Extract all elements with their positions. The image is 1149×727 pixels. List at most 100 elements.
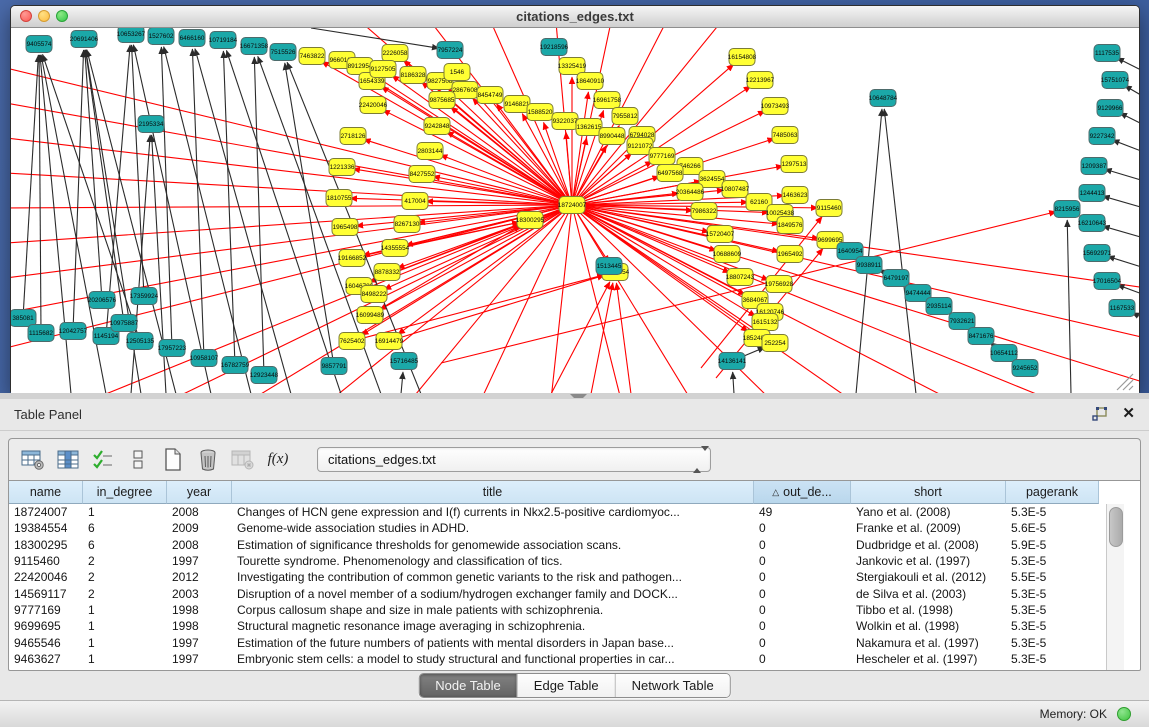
column-header-short[interactable]: short	[851, 481, 1006, 504]
graph-node[interactable]: 18724007	[558, 197, 587, 214]
table-scrollbar[interactable]	[1106, 504, 1124, 670]
graph-node[interactable]: 8498222	[361, 286, 387, 303]
graph-node[interactable]: 12505135	[126, 333, 155, 350]
graph-node[interactable]: 9242848	[424, 118, 450, 135]
graph-node[interactable]: 2803144	[417, 143, 443, 160]
graph-node[interactable]: 7463822	[299, 48, 325, 65]
graph-node[interactable]: 1297513	[781, 156, 807, 173]
graph-node[interactable]: 20364486	[676, 184, 705, 201]
column-header-year[interactable]: year	[167, 481, 232, 504]
graph-node[interactable]: 16914479	[375, 333, 404, 350]
graph-node[interactable]: 10973493	[761, 98, 790, 115]
table-row[interactable]: 911546021997Tourette syndrome. Phenomeno…	[9, 553, 1099, 569]
graph-node[interactable]: 19756928	[765, 276, 794, 293]
graph-node[interactable]: 17016504	[1093, 273, 1122, 290]
graph-node[interactable]: 9245652	[1012, 360, 1038, 377]
graph-node[interactable]: 13325419	[558, 58, 587, 75]
graph-node[interactable]: 6497568	[657, 165, 683, 182]
graph-node[interactable]: 7957224	[437, 42, 463, 59]
graph-node[interactable]: 1588520	[527, 104, 553, 121]
graph-node[interactable]: 1810755	[326, 190, 352, 207]
network-graph[interactable]: 9405574206914061065326715276026466160107…	[11, 28, 1139, 393]
column-header-name[interactable]: name	[9, 481, 83, 504]
new-attribute-icon[interactable]	[159, 446, 187, 474]
graph-node[interactable]: 1965492	[777, 246, 803, 263]
graph-node[interactable]: 8990448	[599, 128, 625, 145]
graph-node[interactable]: 16210643	[1078, 215, 1107, 232]
graph-node[interactable]: 16154808	[728, 49, 757, 66]
graph-node[interactable]: 18807243	[726, 269, 755, 286]
graph-node[interactable]: 12213967	[746, 72, 775, 89]
table-row[interactable]: 1456911722003Disruption of a novel membe…	[9, 585, 1099, 601]
graph-node[interactable]: 7485063	[772, 127, 798, 144]
graph-node[interactable]: 9857791	[321, 358, 347, 375]
graph-node[interactable]: 8454749	[477, 87, 503, 104]
graph-node[interactable]: 15751074	[1101, 72, 1130, 89]
graph-node[interactable]: 7515526	[270, 44, 296, 61]
graph-node[interactable]: 9777169	[649, 148, 675, 165]
network-canvas[interactable]: 9405574206914061065326715276026466160107…	[11, 28, 1139, 393]
graph-node[interactable]: 2718126	[340, 128, 366, 145]
graph-node[interactable]: 6466160	[179, 30, 205, 47]
graph-node[interactable]: 12042757	[59, 323, 88, 340]
graph-node[interactable]: 14136141	[718, 353, 747, 370]
window-titlebar[interactable]: citations_edges.txt	[11, 6, 1139, 28]
function-builder-icon[interactable]: f(x)	[264, 446, 292, 474]
graph-node[interactable]: 18640910	[576, 73, 605, 90]
graph-node[interactable]: 2226058	[382, 45, 408, 62]
graph-node[interactable]: 1463623	[782, 187, 808, 204]
table-row[interactable]: 969969511998Structural magnetic resonanc…	[9, 618, 1099, 634]
graph-node[interactable]: 15716485	[390, 353, 419, 370]
table-row[interactable]: 1938455462009Genome-wide association stu…	[9, 520, 1099, 536]
graph-node[interactable]: 9129966	[1097, 100, 1123, 117]
graph-node[interactable]: 14355554	[381, 240, 410, 257]
table-row[interactable]: 946554611997Estimation of the future num…	[9, 634, 1099, 650]
graph-node[interactable]: 10958107	[190, 350, 219, 367]
graph-node[interactable]: 2935114	[926, 298, 952, 315]
tab-node-table[interactable]: Node Table	[419, 674, 517, 697]
delete-table-icon[interactable]	[229, 446, 257, 474]
column-header-title[interactable]: title	[232, 481, 754, 504]
graph-node[interactable]: 18300295	[516, 212, 545, 229]
graph-node[interactable]: 1965498	[332, 219, 358, 236]
table-row[interactable]: 1872400712008Changes of HCN gene express…	[9, 504, 1099, 520]
graph-node[interactable]: 9875685	[429, 92, 455, 109]
graph-node[interactable]: 7955812	[612, 108, 638, 125]
graph-node[interactable]: 20691406	[70, 31, 99, 48]
graph-node[interactable]: 1527602	[148, 28, 174, 45]
graph-node[interactable]: 8427552	[409, 166, 435, 183]
graph-node[interactable]: 17359924	[130, 288, 159, 305]
graph-node[interactable]: 1115682	[28, 325, 54, 342]
graph-node[interactable]: 8215956	[1054, 201, 1080, 218]
delete-attribute-icon[interactable]	[194, 446, 222, 474]
column-header-in_degree[interactable]: in_degree	[83, 481, 167, 504]
table-scrollbar-thumb[interactable]	[1109, 507, 1123, 547]
float-panel-icon[interactable]	[1091, 406, 1109, 422]
table-row[interactable]: 1830029562008Estimation of significance …	[9, 537, 1099, 553]
graph-node[interactable]: 15720407	[706, 226, 735, 243]
graph-node[interactable]: 6479197	[883, 270, 909, 287]
select-columns-icon[interactable]	[89, 446, 117, 474]
graph-node[interactable]: 1615132	[752, 314, 778, 331]
graph-node[interactable]: 252254	[762, 335, 788, 352]
tab-edge-table[interactable]: Edge Table	[517, 674, 615, 697]
graph-node[interactable]: 8186328	[400, 67, 426, 84]
graph-node[interactable]: 9405574	[26, 36, 52, 53]
graph-node[interactable]: 7625402	[339, 333, 365, 350]
graph-node[interactable]: 8471676	[968, 328, 994, 345]
graph-node[interactable]: 19166852	[338, 250, 367, 267]
graph-node[interactable]: 9127505	[370, 61, 396, 78]
graph-node[interactable]: 10654112	[990, 345, 1018, 362]
graph-node[interactable]: 20206576	[88, 292, 117, 309]
close-panel-icon[interactable]: ✕	[1122, 404, 1135, 422]
graph-node[interactable]: 16671358	[240, 38, 269, 55]
graph-node[interactable]: 10975887	[110, 315, 139, 332]
graph-node[interactable]: 7932621	[949, 313, 975, 330]
graph-node[interactable]: 385081	[11, 310, 36, 327]
graph-node[interactable]: 15692971	[1083, 245, 1112, 262]
graph-node[interactable]: 1167533	[1109, 300, 1135, 317]
table-mode-icon[interactable]	[19, 446, 47, 474]
graph-node[interactable]: 1117535	[1094, 45, 1120, 62]
graph-node[interactable]: 10653267	[117, 28, 146, 43]
table-row[interactable]: 2242004622012Investigating the contribut…	[9, 569, 1099, 585]
